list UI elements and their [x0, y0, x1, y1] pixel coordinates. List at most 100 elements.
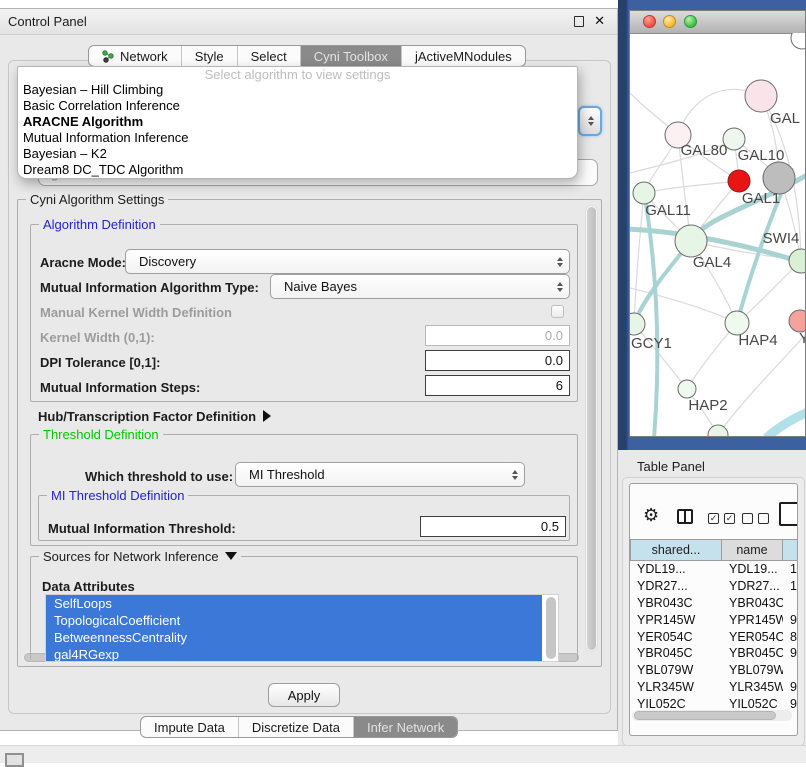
network-canvas[interactable]: GAL GAL80 GAL10 GAL1 GAL11 GAL4 SWI4 GCY… [630, 33, 806, 437]
unchecked-box-icon [758, 513, 769, 524]
algorithm-option-basic-correlation-inference[interactable]: Basic Correlation Inference [18, 98, 577, 114]
close-icon[interactable]: ✕ [594, 13, 605, 29]
columns-icon[interactable] [677, 509, 693, 524]
node-partial-bottom[interactable] [708, 425, 728, 437]
table-cell: YDL19... [722, 562, 783, 576]
node-gal4[interactable] [675, 225, 707, 257]
manual-kernel-checkbox[interactable] [551, 305, 564, 318]
table-row[interactable]: YER054CYER054C8. [630, 628, 798, 645]
table-cell: YPR145W [630, 613, 722, 627]
attributes-scrollbar[interactable] [546, 597, 556, 659]
node-partial-top[interactable] [791, 33, 806, 49]
mi-type-combo[interactable]: Naive Bayes [270, 274, 570, 299]
node-gal1-red[interactable] [728, 170, 750, 192]
attribute-item-gal4rgexp[interactable]: gal4RGexp [46, 646, 542, 662]
mi-steps-field[interactable]: 6 [425, 375, 570, 396]
close-traffic-button[interactable] [643, 15, 656, 28]
algorithm-option-dream8-dc-tdc-algorithm[interactable]: Dream8 DC_TDC Algorithm [18, 162, 577, 178]
stepper-icon [588, 116, 594, 126]
mi-threshold-field[interactable]: 0.5 [420, 516, 566, 537]
table-panel: ⚙ ✓ ✓ shared...nameA YDL19...YDL19...13Y… [629, 483, 798, 736]
table-cell: YDR27... [630, 579, 722, 593]
tab-select[interactable]: Select [237, 46, 300, 66]
column-header-a[interactable]: A [783, 539, 798, 561]
expanded-arrow-icon [225, 552, 237, 560]
attribute-item-selfloops[interactable]: SelfLoops [46, 595, 542, 612]
apply-button[interactable]: Apply [268, 683, 340, 707]
table-cell: YLR345W [722, 680, 783, 694]
table-cell: YLR345W [630, 680, 722, 694]
table-row[interactable]: YPR145WYPR145W9. [630, 611, 798, 628]
node-gcy1[interactable] [630, 313, 645, 335]
column-header-name[interactable]: name [722, 539, 783, 561]
deselect-all-checkboxes-icon[interactable] [742, 513, 769, 524]
checked-box-icon: ✓ [708, 513, 719, 524]
table-cell: 9. [783, 613, 798, 627]
tab-discretize-data[interactable]: Discretize Data [238, 717, 353, 737]
tab-label: Cyni Toolbox [314, 49, 388, 64]
node-gal11[interactable] [633, 182, 655, 204]
tab-style[interactable]: Style [181, 46, 237, 66]
mi-steps-label: Mutual Information Steps: [40, 380, 200, 395]
sources-title-toggle[interactable]: Sources for Network Inference [39, 549, 241, 564]
control-panel-tabbar: NetworkStyleSelect Cyni Toolbox jActiveMNo… [88, 45, 526, 67]
table-row[interactable]: YDL19...YDL19...13 [630, 561, 798, 578]
algorithm-option-mutual-information-inference[interactable]: Mutual Information Inference [18, 130, 577, 146]
stepper-icon [557, 257, 563, 267]
table-horizontal-scrollbar[interactable] [632, 710, 792, 721]
node-hap2[interactable] [678, 380, 696, 398]
tab-jactivemnodules[interactable]: jActiveMNodules [401, 46, 525, 66]
control-panel-titlebar: Control Panel ✕ [0, 9, 617, 35]
network-view-window: GAL GAL80 GAL10 GAL1 GAL11 GAL4 SWI4 GCY… [629, 10, 806, 437]
inference-algorithm-combo-button[interactable] [578, 106, 602, 136]
attribute-item-topologicalcoefficient[interactable]: TopologicalCoefficient [46, 612, 542, 629]
algorithm-option-aracne-algorithm[interactable]: ARACNE Algorithm [18, 114, 577, 130]
table-cell: YIL052C [630, 697, 722, 708]
algorithm-option-bayesian-hill-climbing[interactable]: Bayesian – Hill Climbing [18, 82, 577, 98]
zoom-traffic-button[interactable] [684, 15, 697, 28]
stepper-icon [512, 470, 518, 480]
settings-vertical-scrollbar[interactable] [585, 205, 598, 652]
select-all-checkboxes-icon[interactable]: ✓ ✓ [708, 513, 735, 524]
table-row[interactable]: YDR27...YDR27...12 [630, 578, 798, 595]
hub-definition-toggle[interactable]: Hub/Transcription Factor Definition [38, 409, 271, 424]
table-cell: 12 [783, 579, 798, 593]
table-row[interactable]: YIL052CYIL052C9 [630, 695, 798, 708]
algorithm-dropdown-popup: Select algorithm to view settings Bayesi… [17, 66, 578, 179]
algorithm-option-bayesian-k2[interactable]: Bayesian – K2 [18, 146, 577, 162]
table-row[interactable]: YBR045CYBR045C9. [630, 645, 798, 662]
column-header-shared[interactable]: shared... [630, 539, 722, 561]
table-row[interactable]: YBL079WYBL079W [630, 662, 798, 679]
tab-cyni-toolbox[interactable]: Cyni Toolbox [300, 46, 401, 66]
tab-impute-data[interactable]: Impute Data [141, 717, 238, 737]
aracne-mode-combo[interactable]: Discovery [125, 249, 570, 274]
desktop-background: GAL GAL80 GAL10 GAL1 GAL11 GAL4 SWI4 GCY… [618, 0, 806, 450]
tab-network[interactable]: Network [89, 46, 181, 66]
table-cell: 9 [783, 697, 798, 708]
gear-icon[interactable]: ⚙ [643, 505, 659, 525]
which-threshold-combo[interactable]: MI Threshold [235, 462, 525, 487]
tab-label: Impute Data [154, 720, 225, 735]
table-row[interactable]: YBR043CYBR043C [630, 595, 798, 612]
tab-infer-network[interactable]: Infer Network [353, 717, 457, 737]
stepper-icon [557, 282, 563, 292]
table-row[interactable]: YLR345WYLR345W9. [630, 679, 798, 696]
document-icon[interactable] [779, 502, 798, 526]
dock-window-icon[interactable] [5, 753, 24, 767]
mi-threshold-label: Mutual Information Threshold: [48, 521, 236, 536]
status-strip [0, 745, 806, 763]
float-icon[interactable] [574, 16, 584, 27]
dpi-tolerance-field[interactable]: 0.0 [425, 350, 570, 371]
kernel-width-label: Kernel Width (0,1): [40, 330, 155, 345]
table-cell: 8. [783, 630, 798, 644]
kernel-width-field[interactable]: 0.0 [425, 325, 570, 346]
table-panel-title: Table Panel [637, 459, 705, 474]
node-gal-partial[interactable] [745, 80, 777, 112]
attribute-item-betweennesscentrality[interactable]: BetweennessCentrality [46, 629, 542, 646]
node-label: GAL80 [681, 142, 728, 159]
minimize-traffic-button[interactable] [663, 15, 676, 28]
node-label: HAP2 [688, 397, 727, 414]
manual-kernel-label: Manual Kernel Width Definition [40, 305, 232, 320]
table-header-row: shared...nameA [630, 539, 798, 561]
node-y-partial[interactable] [789, 310, 806, 332]
